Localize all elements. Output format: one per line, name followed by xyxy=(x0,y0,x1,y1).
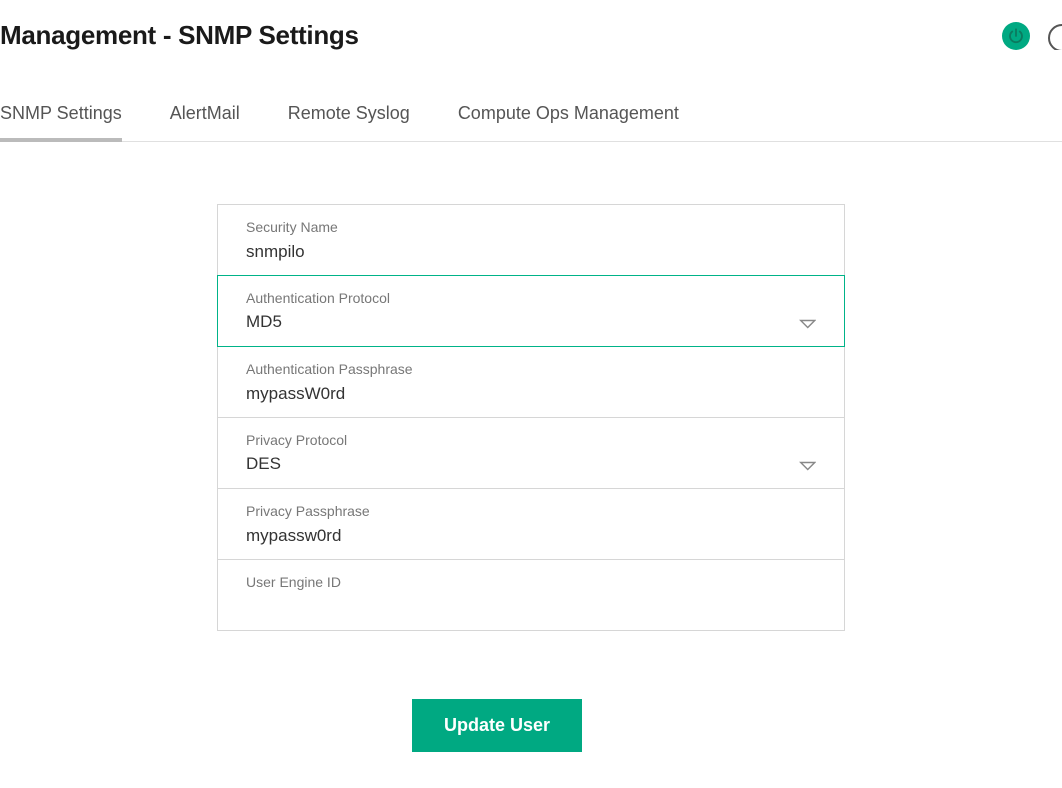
refresh-icon[interactable] xyxy=(1048,22,1062,50)
auth-protocol-value: MD5 xyxy=(246,312,799,334)
tab-bar: SNMP Settings AlertMail Remote Syslog Co… xyxy=(0,83,1062,142)
privacy-protocol-label: Privacy Protocol xyxy=(246,432,816,448)
auth-passphrase-field[interactable]: Authentication Passphrase xyxy=(218,347,844,418)
privacy-protocol-field[interactable]: Privacy Protocol DES xyxy=(218,418,844,489)
tab-compute-ops-management[interactable]: Compute Ops Management xyxy=(458,103,679,142)
header-icons xyxy=(1002,22,1062,50)
privacy-passphrase-label: Privacy Passphrase xyxy=(246,503,816,519)
form-actions: Update User xyxy=(0,699,1062,752)
power-status-icon[interactable] xyxy=(1002,22,1030,50)
tab-alertmail[interactable]: AlertMail xyxy=(170,103,240,142)
form-container: Security Name Authentication Protocol MD… xyxy=(0,142,1062,631)
user-engine-id-field[interactable]: User Engine ID xyxy=(218,560,844,630)
tab-snmp-settings[interactable]: SNMP Settings xyxy=(0,103,122,142)
auth-passphrase-input[interactable] xyxy=(246,383,816,405)
update-user-button[interactable]: Update User xyxy=(412,699,582,752)
security-name-input[interactable] xyxy=(246,241,816,263)
privacy-passphrase-field[interactable]: Privacy Passphrase xyxy=(218,489,844,560)
security-name-label: Security Name xyxy=(246,219,816,235)
chevron-down-icon xyxy=(799,459,816,471)
page-title: Management - SNMP Settings xyxy=(0,20,359,51)
snmp-user-form: Security Name Authentication Protocol MD… xyxy=(217,204,845,631)
user-engine-id-label: User Engine ID xyxy=(246,574,816,590)
auth-passphrase-label: Authentication Passphrase xyxy=(246,361,816,377)
user-engine-id-input[interactable] xyxy=(246,596,816,618)
tab-remote-syslog[interactable]: Remote Syslog xyxy=(288,103,410,142)
auth-protocol-label: Authentication Protocol xyxy=(246,290,816,306)
privacy-passphrase-input[interactable] xyxy=(246,525,816,547)
privacy-protocol-select[interactable]: DES xyxy=(246,454,816,476)
auth-protocol-field[interactable]: Authentication Protocol MD5 xyxy=(217,275,845,347)
auth-protocol-select[interactable]: MD5 xyxy=(246,312,816,334)
page-header: Management - SNMP Settings xyxy=(0,0,1062,71)
privacy-protocol-value: DES xyxy=(246,454,799,476)
security-name-field[interactable]: Security Name xyxy=(218,205,844,276)
chevron-down-icon xyxy=(799,317,816,329)
